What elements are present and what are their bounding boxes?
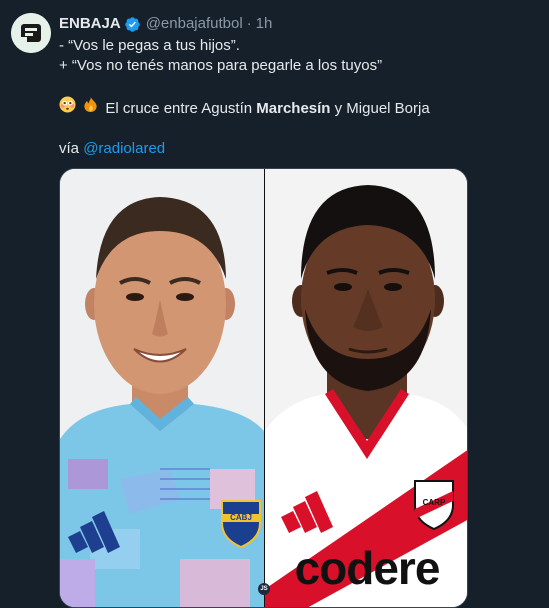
tweet-line-3-bold: Marchesín: [256, 100, 331, 117]
fire-emoji-icon: [84, 96, 97, 113]
verified-badge-icon: [124, 16, 140, 32]
tweet-text: - “Vos le pegas a tus hijos”. + “Vos no …: [59, 36, 539, 159]
sponsor-logo: codere: [294, 542, 441, 594]
tweet-media-image[interactable]: CABJ CARP codere JS: [59, 168, 468, 608]
js-watermark-badge: JS: [258, 583, 270, 595]
via-mention-link[interactable]: @radiolared: [83, 140, 165, 157]
timestamp[interactable]: 1h: [256, 14, 273, 34]
tweet-line-3: El cruce entre Agustín Marchesín y Migue…: [59, 96, 539, 119]
right-crest-text: CARP: [423, 498, 446, 507]
handle[interactable]: @enbajafutbol: [146, 14, 243, 34]
tweet-line-1: - “Vos le pegas a tus hijos”.: [59, 37, 240, 54]
separator: ·: [246, 15, 252, 32]
left-crest-text: CABJ: [230, 513, 252, 522]
tweet-via: vía @radiolared: [59, 139, 539, 159]
avatar[interactable]: [11, 13, 51, 53]
enbaja-logo-icon: [11, 13, 51, 53]
tweet-line-3-prefix: El cruce entre Agustín: [105, 100, 257, 117]
player-left-illustration: CABJ: [60, 169, 264, 607]
display-name[interactable]: ENBAJA: [59, 14, 121, 34]
tweet: ENBAJA @enbajafutbol · 1h - “Vos le pega…: [59, 14, 539, 159]
tweet-header: ENBAJA @enbajafutbol · 1h: [59, 14, 539, 34]
via-prefix: vía: [59, 140, 84, 157]
flushed-face-emoji-icon: [59, 96, 76, 113]
tweet-line-2: + “Vos no tenés manos para pegarle a los…: [59, 57, 383, 74]
tweet-line-3-suffix: y Miguel Borja: [330, 100, 430, 117]
media-left-photo: CABJ: [60, 169, 264, 607]
